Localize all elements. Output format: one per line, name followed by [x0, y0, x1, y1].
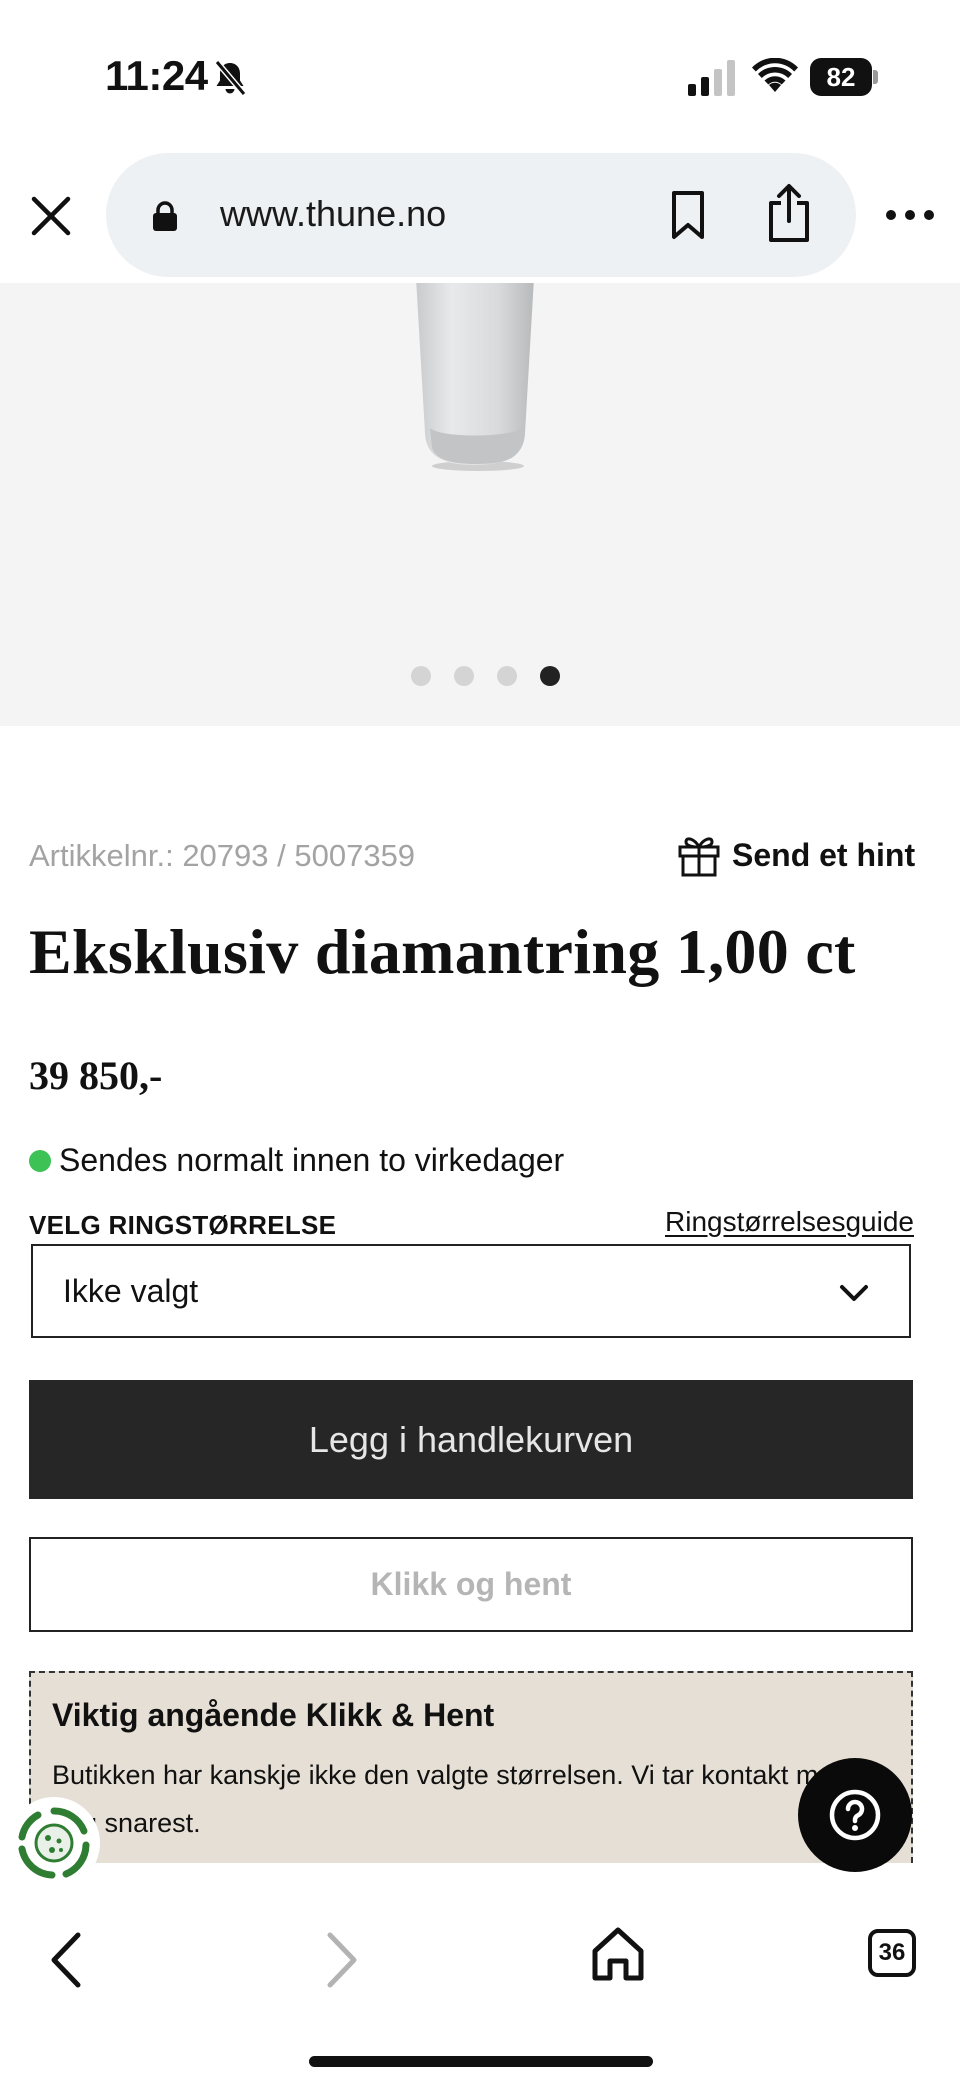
home-icon[interactable] [590, 1925, 646, 1983]
status-time: 11:24 [105, 52, 208, 99]
stock-status: Sendes normalt innen to virkedager [29, 1142, 564, 1179]
gallery-dot[interactable] [496, 666, 517, 686]
back-icon[interactable] [44, 1929, 88, 1991]
gallery-dot[interactable] [410, 666, 431, 686]
add-to-cart-button[interactable]: Legg i handlekurven [29, 1380, 913, 1499]
product-title: Eksklusiv diamantring 1,00 ct [29, 916, 856, 987]
article-number: Artikkelnr.: 20793 / 5007359 [29, 838, 416, 873]
cookie-settings-button[interactable] [8, 1797, 100, 1889]
gallery-pagination [0, 666, 960, 686]
address-bar[interactable]: www.thune.no [106, 153, 856, 277]
click-and-collect-button[interactable]: Klikk og hent [29, 1537, 913, 1632]
cellular-signal-icon [688, 60, 735, 96]
chevron-down-icon [840, 1285, 868, 1301]
wifi-icon [752, 58, 798, 92]
gallery-dot[interactable] [453, 666, 474, 686]
cookie-icon [18, 1807, 90, 1879]
click-collect-notice: Viktig angående Klikk & Hent Butikken ha… [29, 1671, 913, 1863]
home-indicator [309, 2056, 653, 2067]
stock-text: Sendes normalt innen to virkedager [59, 1142, 565, 1178]
bell-off-icon [214, 60, 247, 96]
tabs-button[interactable]: 36 [868, 1929, 916, 1977]
bookmark-icon[interactable] [666, 190, 710, 240]
close-icon[interactable] [28, 193, 74, 239]
lock-icon [153, 201, 177, 231]
help-icon [829, 1789, 881, 1841]
product-image-gallery[interactable] [0, 283, 960, 726]
size-select-value: Ikke valgt [63, 1273, 199, 1309]
gift-icon [678, 837, 720, 877]
size-label: VELG RINGSTØRRELSE [29, 1210, 337, 1240]
status-bar: 11:24 82 [0, 0, 960, 150]
send-hint-button[interactable]: Send et hint [676, 830, 915, 880]
battery-level: 82 [810, 58, 872, 96]
size-guide-link[interactable]: Ringstørrelsesguide [665, 1206, 914, 1238]
forward-icon[interactable] [320, 1929, 364, 1991]
share-icon[interactable] [764, 183, 814, 243]
notice-body: Butikken har kanskje ikke den valgte stø… [52, 1760, 849, 1838]
product-price: 39 850,- [29, 1053, 163, 1098]
more-icon[interactable] [884, 200, 936, 230]
notice-title: Viktig angående Klikk & Hent [52, 1697, 495, 1733]
stock-indicator-icon [29, 1149, 51, 1172]
url-text[interactable]: www.thune.no [220, 193, 446, 235]
battery-icon: 82 [810, 58, 878, 96]
help-button[interactable] [798, 1758, 912, 1872]
gallery-dot-active[interactable] [539, 666, 560, 686]
product-image [416, 283, 534, 471]
size-select[interactable]: Ikke valgt [31, 1244, 911, 1338]
send-hint-label: Send et hint [732, 836, 916, 873]
